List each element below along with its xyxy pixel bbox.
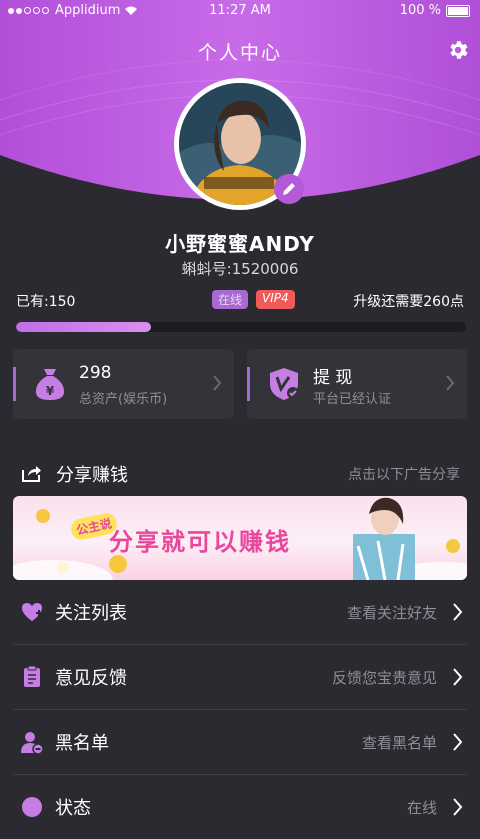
list-item-hint: 反馈您宝贵意见 xyxy=(331,669,437,687)
points-have: 已有:150 xyxy=(16,294,76,310)
list-item-hint: 在线 xyxy=(406,799,437,817)
avatar[interactable] xyxy=(174,78,306,210)
withdraw-subtitle: 平台已经认证 xyxy=(313,392,392,407)
edit-avatar-button[interactable] xyxy=(274,174,304,204)
user-block-icon xyxy=(21,732,44,754)
share-hint: 点击以下广告分享 xyxy=(348,467,460,483)
assets-label: 总资产(娱乐币) xyxy=(79,392,168,407)
battery-icon xyxy=(446,4,470,17)
battery-label: 100 % xyxy=(399,3,441,18)
list-item-label: 黑名单 xyxy=(55,733,109,754)
verified-shield-icon xyxy=(270,368,299,400)
status-icon xyxy=(22,797,42,817)
assets-amount: 298 xyxy=(79,363,112,383)
list-item-blacklist[interactable]: 黑名单 查看黑名单 xyxy=(13,710,467,775)
level-row: 已有:150 在线 VIP4 升级还需要260点 xyxy=(16,290,464,310)
chevron-right-icon xyxy=(453,603,463,621)
clipboard-icon xyxy=(24,665,40,687)
list-item-hint: 查看关注好友 xyxy=(346,604,437,622)
list-item-label: 状态 xyxy=(55,798,91,819)
list-item-follow[interactable]: 关注列表 查看关注好友 xyxy=(13,580,467,645)
banner-model-illustration xyxy=(353,497,415,580)
svg-text:¥: ¥ xyxy=(46,384,55,398)
share-icon xyxy=(22,466,41,482)
chevron-right-icon xyxy=(453,668,463,686)
list-item-label: 关注列表 xyxy=(55,603,127,624)
list-item-hint: 查看黑名单 xyxy=(361,734,437,752)
list-item-status[interactable]: 状态 在线 xyxy=(13,775,467,839)
profile-id: 蝌蚪号:1520006 xyxy=(181,260,299,278)
chevron-right-icon xyxy=(453,798,463,816)
withdraw-title: 提 现 xyxy=(313,368,353,388)
profile-name: 小野蜜蜜ANDY xyxy=(165,232,315,256)
points-needed: 升级还需要260点 xyxy=(353,294,464,310)
assets-card[interactable]: ¥ 298 总资产(娱乐币) xyxy=(13,349,234,419)
level-progress-bar xyxy=(16,322,466,332)
money-bag-icon: ¥ xyxy=(35,369,65,400)
chevron-right-icon xyxy=(213,375,222,391)
share-label: 分享赚钱 xyxy=(56,465,128,486)
status-bar: Applidium 11:27 AM 100 % xyxy=(0,0,480,22)
online-badge: 在线 xyxy=(212,290,249,309)
heart-plus-icon xyxy=(22,603,42,621)
list-item-feedback[interactable]: 意见反馈 反馈您宝贵意见 xyxy=(13,645,467,710)
page-title: 个人中心 xyxy=(197,42,282,64)
chevron-right-icon xyxy=(453,733,463,751)
withdraw-card[interactable]: 提 现 平台已经认证 xyxy=(247,349,467,419)
list-item-label: 意见反馈 xyxy=(55,668,127,689)
banner-text: 分享就可以赚钱 xyxy=(109,528,291,556)
gear-icon[interactable] xyxy=(446,38,470,62)
chevron-right-icon xyxy=(446,375,455,391)
share-section-header: 分享赚钱 点击以下广告分享 xyxy=(20,458,460,488)
pencil-icon xyxy=(283,183,295,195)
vip-badge: VIP4 xyxy=(256,290,295,309)
share-banner[interactable]: 公主说 分享就可以赚钱 xyxy=(13,496,467,580)
